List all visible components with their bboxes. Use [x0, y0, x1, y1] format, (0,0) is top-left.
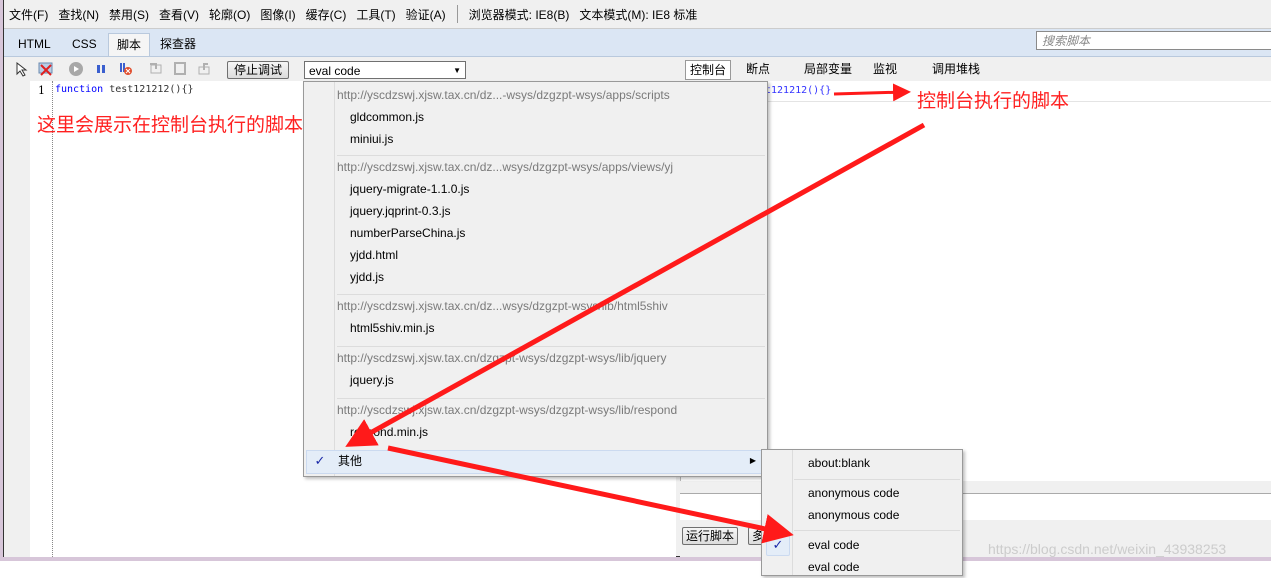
- select-element-icon[interactable]: [14, 61, 30, 77]
- dropdown-group: http://yscdzswj.xjsw.tax.cn/dz...wsys/dz…: [337, 294, 765, 339]
- dropdown-gutter: [334, 82, 335, 476]
- dropdown-item[interactable]: miniui.js: [337, 128, 765, 150]
- tab-script[interactable]: 脚本: [108, 33, 151, 56]
- annotation-right: 控制台执行的脚本: [917, 90, 1070, 112]
- code-text: test121212(){}: [103, 84, 194, 95]
- submenu-item[interactable]: eval code: [808, 556, 859, 578]
- chevron-down-icon: ▼: [453, 66, 461, 75]
- menu-document-mode[interactable]: 文本模式(M): IE8 标准: [574, 6, 702, 23]
- menu-disable[interactable]: 禁用(S): [104, 6, 154, 23]
- dropdown-group-url: http://yscdzswj.xjsw.tax.cn/dz...wsys/dz…: [337, 299, 668, 313]
- pause-icon[interactable]: [93, 61, 109, 77]
- dropdown-group: http://yscdzswj.xjsw.tax.cn/dzgzpt-wsys/…: [337, 398, 765, 443]
- dropdown-item[interactable]: respond.min.js: [337, 421, 765, 443]
- tab-profiler[interactable]: 探查器: [152, 33, 204, 55]
- editor-gutter: [4, 81, 30, 557]
- dropdown-item[interactable]: yjdd.html: [337, 244, 765, 266]
- code-line: function test121212(){}: [55, 84, 193, 95]
- other-submenu: about:blank anonymous code anonymous cod…: [761, 449, 963, 576]
- clear-browser-cache-icon[interactable]: [38, 61, 54, 77]
- checkmark-icon: ✓: [314, 453, 326, 468]
- menu-images[interactable]: 图像(I): [255, 6, 300, 23]
- step-into-icon[interactable]: [148, 61, 164, 77]
- submenu-gutter: [792, 450, 793, 575]
- tab-watch[interactable]: 监视: [869, 60, 901, 78]
- submenu-item[interactable]: anonymous code: [808, 482, 899, 504]
- dropdown-group: http://yscdzswj.xjsw.tax.cn/dzgzpt-wsys/…: [337, 346, 765, 391]
- submenu-item[interactable]: anonymous code: [808, 504, 899, 526]
- dropdown-item[interactable]: jquery.js: [337, 369, 765, 391]
- menu-find[interactable]: 查找(N): [53, 6, 104, 23]
- submenu-item-selected[interactable]: eval code: [808, 534, 859, 556]
- search-script-input[interactable]: 搜索脚本: [1036, 31, 1271, 50]
- console-panel: t121212(){}: [680, 81, 1271, 481]
- menu-browser-mode[interactable]: 浏览器模式: IE8(B): [464, 6, 575, 23]
- dropdown-group-url: http://yscdzswj.xjsw.tax.cn/dz...wsys/dz…: [337, 160, 674, 174]
- menu-outline[interactable]: 轮廓(O): [204, 6, 255, 23]
- dropdown-item[interactable]: html5shiv.min.js: [337, 317, 765, 339]
- tab-css[interactable]: CSS: [64, 33, 105, 55]
- submenu-separator: [794, 479, 960, 480]
- checkmark-icon: ✓: [766, 534, 790, 556]
- dropdown-group: http://yscdzswj.xjsw.tax.cn/dz...wsys/dz…: [337, 155, 765, 288]
- other-label: 其他: [338, 454, 363, 468]
- annotation-left: 这里会展示在控制台执行的脚本: [37, 114, 304, 136]
- break-on-error-icon[interactable]: [118, 61, 134, 77]
- dropdown-item[interactable]: numberParseChina.js: [337, 222, 765, 244]
- dropdown-group: http://yscdzswj.xjsw.tax.cn/dz...-wsys/d…: [337, 84, 765, 150]
- dropdown-item[interactable]: jquery.jqprint-0.3.js: [337, 200, 765, 222]
- script-dropdown-menu: http://yscdzswj.xjsw.tax.cn/dz...-wsys/d…: [303, 81, 768, 477]
- tab-html[interactable]: HTML: [10, 33, 59, 55]
- tab-locals[interactable]: 局部变量: [800, 60, 856, 78]
- step-over-icon[interactable]: [172, 61, 188, 77]
- submenu-item[interactable]: about:blank: [808, 452, 870, 474]
- dropdown-group-url: http://yscdzswj.xjsw.tax.cn/dz...-wsys/d…: [337, 88, 670, 102]
- code-keyword: function: [55, 84, 104, 95]
- start-debugging-icon[interactable]: [68, 61, 84, 77]
- submenu-arrow-icon: ▶: [749, 456, 756, 465]
- line-number: 1: [38, 84, 45, 97]
- menu-bar: 文件(F) 查找(N) 禁用(S) 查看(V) 轮廓(O) 图像(I) 缓存(C…: [4, 0, 1271, 29]
- menu-tools[interactable]: 工具(T): [351, 6, 400, 23]
- dropdown-item-other[interactable]: ✓ 其他 ▶: [306, 450, 765, 474]
- menu-file[interactable]: 文件(F): [4, 6, 53, 23]
- dropdown-group-url: http://yscdzswj.xjsw.tax.cn/dzgzpt-wsys/…: [337, 403, 678, 417]
- watermark: https://blog.csdn.net/weixin_43938253: [988, 541, 1227, 557]
- right-panel-tabs: 控制台 断点 局部变量 监视 调用堆栈: [682, 57, 1271, 81]
- dropdown-item[interactable]: yjdd.js: [337, 266, 765, 288]
- menu-view[interactable]: 查看(V): [154, 6, 204, 23]
- run-script-button[interactable]: 运行脚本: [682, 527, 739, 545]
- script-selector-value: eval code: [309, 64, 361, 78]
- step-out-icon[interactable]: [196, 61, 212, 77]
- dropdown-item[interactable]: gldcommon.js: [337, 106, 765, 128]
- dropdown-item[interactable]: jquery-migrate-1.1.0.js: [337, 178, 765, 200]
- tab-breakpoints[interactable]: 断点: [742, 60, 774, 78]
- gutter-divider: [52, 81, 53, 557]
- script-selector[interactable]: eval code ▼: [304, 61, 466, 79]
- stop-debugging-button[interactable]: 停止调试: [227, 61, 290, 79]
- tab-console[interactable]: 控制台: [685, 60, 732, 80]
- menu-separator: [456, 5, 458, 23]
- dropdown-group-url: http://yscdzswj.xjsw.tax.cn/dzgzpt-wsys/…: [337, 351, 667, 365]
- menu-cache[interactable]: 缓存(C): [301, 6, 352, 23]
- submenu-separator: [794, 530, 960, 531]
- menu-validate[interactable]: 验证(A): [401, 6, 451, 23]
- tab-call-stack[interactable]: 调用堆栈: [928, 60, 984, 78]
